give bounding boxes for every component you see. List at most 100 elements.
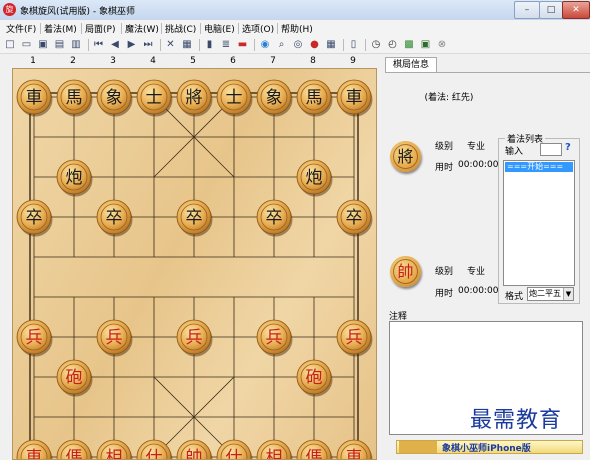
prev-icon[interactable]: ◀ <box>109 39 121 51</box>
black-piece[interactable]: 象 <box>256 79 293 117</box>
red-piece[interactable]: 傌 <box>296 439 333 459</box>
copy-icon[interactable]: ▥ <box>70 39 82 51</box>
tree-icon[interactable]: ≣ <box>220 39 232 51</box>
format-select-value: 炮二平五 <box>529 289 561 298</box>
piece-glyph: 士 <box>146 88 163 108</box>
turn-status: (着法: 红先) <box>424 93 474 103</box>
red-pawn-piece[interactable]: 兵 <box>336 319 373 357</box>
black-general-glyph: 將 <box>393 144 418 169</box>
board-grid: 車馬象士將士象馬車炮 炮卒卒卒卒卒兵兵兵兵兵砲 砲車傌相仕帥仕相傌車 <box>16 79 373 459</box>
piece-glyph: 炮 <box>66 168 83 188</box>
red-cannon-piece[interactable]: 砲 <box>296 359 333 397</box>
toolbar-separator <box>198 39 200 51</box>
search-icon[interactable]: ⌕ <box>276 39 288 51</box>
red-piece[interactable]: 傌 <box>56 439 93 459</box>
record-icon[interactable]: ● <box>309 39 321 51</box>
banner-image-icon <box>399 441 437 453</box>
menu-item-4[interactable]: 魔法(W) <box>125 22 159 35</box>
help-book-icon[interactable]: ▯ <box>348 39 360 51</box>
piece-glyph: 兵 <box>26 328 43 348</box>
toolbar-separator <box>254 39 255 51</box>
menu-item-1[interactable]: 文件(F) <box>6 22 36 35</box>
menu-item-6[interactable]: 电脑(E) <box>204 22 235 35</box>
menu-item-7[interactable]: 选项(O) <box>242 22 274 35</box>
score-icon[interactable]: ▬ <box>237 39 249 51</box>
first-icon[interactable]: ⏮ <box>93 39 105 51</box>
globe-icon[interactable]: ◉ <box>259 39 271 51</box>
last-icon[interactable]: ⏭ <box>142 39 154 51</box>
close-button[interactable]: ✕ <box>562 1 590 19</box>
tab-game-info[interactable]: 棋局信息 <box>385 57 437 73</box>
red-piece[interactable]: 相 <box>96 439 133 459</box>
black-piece[interactable]: 將 <box>176 79 213 117</box>
next-icon[interactable]: ▶ <box>126 39 138 51</box>
red-piece[interactable]: 車 <box>336 439 373 459</box>
minimize-button[interactable]: – <box>514 1 540 19</box>
move-input[interactable] <box>540 143 562 156</box>
watermark-text: 最需教育 <box>470 408 563 433</box>
red-general-glyph: 帥 <box>393 259 418 284</box>
menu-item-5[interactable]: 挑战(C) <box>165 22 196 35</box>
black-piece[interactable]: 車 <box>336 79 373 117</box>
format-select[interactable]: 炮二平五 ▼ <box>527 287 574 301</box>
move-list[interactable]: ===开始=== <box>503 160 575 286</box>
stop-icon[interactable]: ⊗ <box>436 39 448 51</box>
menu-item-2[interactable]: 着法(M) <box>44 22 77 35</box>
red-level-label: 级别 <box>435 267 454 277</box>
red-pawn-piece[interactable]: 兵 <box>96 319 133 357</box>
screen-icon[interactable]: ▣ <box>420 39 432 51</box>
red-pawn-piece[interactable]: 兵 <box>176 319 213 357</box>
library-icon[interactable]: ▦ <box>181 39 193 51</box>
print-icon[interactable]: ▤ <box>54 39 66 51</box>
eye-icon[interactable]: ◎ <box>292 39 304 51</box>
piece-glyph: 車 <box>346 448 363 459</box>
black-pawn-piece[interactable]: 卒 <box>336 199 373 237</box>
black-pawn-piece[interactable]: 卒 <box>96 199 133 237</box>
timer-icon[interactable]: ◷ <box>370 39 382 51</box>
menu-separator <box>238 23 239 34</box>
black-piece[interactable]: 馬 <box>296 79 333 117</box>
menu-item-8[interactable]: 帮助(H) <box>281 22 313 35</box>
red-piece[interactable]: 仕 <box>136 439 173 459</box>
red-pawn-piece[interactable]: 兵 <box>16 319 53 357</box>
format-label: 格式 <box>505 292 524 302</box>
column-number: 7 <box>270 56 276 66</box>
maximize-button[interactable]: □ <box>539 1 563 19</box>
red-piece[interactable]: 相 <box>256 439 293 459</box>
piece-glyph: 車 <box>26 88 43 108</box>
book-icon[interactable]: ▮ <box>204 39 216 51</box>
column-number: 9 <box>350 56 356 66</box>
black-cannon-piece[interactable]: 炮 <box>296 159 333 197</box>
menu-item-3[interactable]: 局面(P) <box>85 22 115 35</box>
black-pawn-piece[interactable]: 卒 <box>256 199 293 237</box>
red-piece[interactable]: 仕 <box>216 439 253 459</box>
red-piece[interactable]: 帥 <box>176 439 213 459</box>
red-piece[interactable]: 車 <box>16 439 53 459</box>
black-piece[interactable]: 馬 <box>56 79 93 117</box>
red-cannon-piece[interactable]: 砲 <box>56 359 93 397</box>
new-icon[interactable]: □ <box>4 39 16 51</box>
save-icon[interactable]: ▣ <box>37 39 49 51</box>
red-pawn-piece[interactable]: 兵 <box>256 319 293 357</box>
cancel-icon[interactable]: ✕ <box>165 39 177 51</box>
chess-board[interactable]: 車馬象士將士象馬車炮炮卒卒卒卒卒兵兵兵兵兵砲砲車傌相仕帥仕相傌車 <box>12 68 377 460</box>
black-piece[interactable]: 象 <box>96 79 133 117</box>
black-piece[interactable]: 車 <box>16 79 53 117</box>
black-cannon-piece[interactable]: 炮 <box>56 159 93 197</box>
black-pawn-piece[interactable]: 卒 <box>16 199 53 237</box>
open-icon[interactable]: ▭ <box>21 39 33 51</box>
black-pawn-piece[interactable]: 卒 <box>176 199 213 237</box>
piece-glyph: 將 <box>186 88 203 108</box>
board-icon[interactable]: ▦ <box>325 39 337 51</box>
piece-glyph: 兵 <box>346 328 363 348</box>
move-list-item[interactable]: ===开始=== <box>505 162 573 172</box>
black-piece[interactable]: 士 <box>136 79 173 117</box>
clock-icon[interactable]: ◴ <box>387 39 399 51</box>
menu-separator <box>40 23 41 34</box>
chart-icon[interactable]: ▩ <box>403 39 415 51</box>
help-icon[interactable]: ? <box>565 142 571 153</box>
toolbar-separator <box>87 39 89 51</box>
toolbar-separator <box>365 39 366 51</box>
chevron-down-icon: ▼ <box>563 288 573 300</box>
black-piece[interactable]: 士 <box>216 79 253 117</box>
